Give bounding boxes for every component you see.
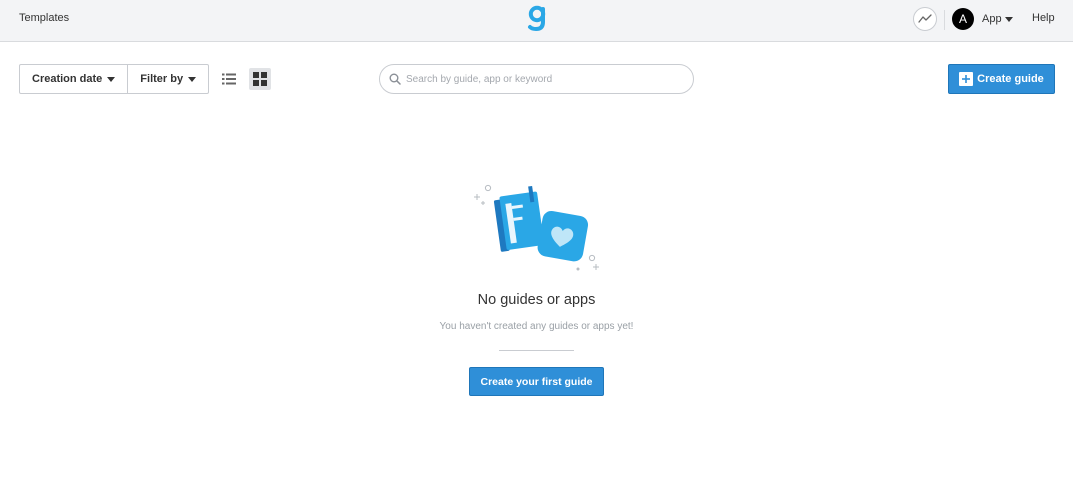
activity-icon xyxy=(918,14,932,23)
create-guide-label: Create guide xyxy=(977,73,1044,85)
empty-state-subtitle: You haven't created any guides or apps y… xyxy=(439,321,634,332)
header-divider xyxy=(944,10,945,30)
sort-label: Creation date xyxy=(32,73,103,85)
templates-link[interactable]: Templates xyxy=(19,12,69,24)
sort-dropdown[interactable]: Creation date xyxy=(20,65,127,93)
filter-label: Filter by xyxy=(140,73,184,85)
activity-button[interactable] xyxy=(913,7,937,31)
create-guide-button[interactable]: Create guide xyxy=(948,64,1055,94)
top-bar: Templates A App Help xyxy=(0,0,1073,42)
filter-dropdown[interactable]: Filter by xyxy=(127,65,208,93)
guides-apps-illustration xyxy=(474,184,599,271)
app-menu[interactable]: App xyxy=(982,13,1013,25)
search-icon xyxy=(389,73,401,85)
avatar[interactable]: A xyxy=(952,8,974,30)
grid-view-icon xyxy=(253,72,267,86)
search-bar xyxy=(379,64,694,94)
help-link[interactable]: Help xyxy=(1032,12,1055,24)
chevron-down-icon xyxy=(1004,16,1013,22)
sort-filter-group: Creation date Filter by xyxy=(19,64,210,94)
app-menu-label: App xyxy=(982,13,1002,25)
empty-state-divider xyxy=(499,350,574,351)
create-first-guide-button[interactable]: Create your first guide xyxy=(469,367,604,396)
list-view-icon xyxy=(222,73,236,85)
plus-icon xyxy=(959,72,974,86)
g-logo-icon[interactable] xyxy=(526,4,548,34)
empty-state-title: No guides or apps xyxy=(477,292,596,308)
grid-view-button[interactable] xyxy=(249,68,271,90)
chevron-down-icon xyxy=(188,76,197,82)
search-input[interactable] xyxy=(406,70,686,88)
list-view-button[interactable] xyxy=(218,68,240,90)
chevron-down-icon xyxy=(107,76,116,82)
